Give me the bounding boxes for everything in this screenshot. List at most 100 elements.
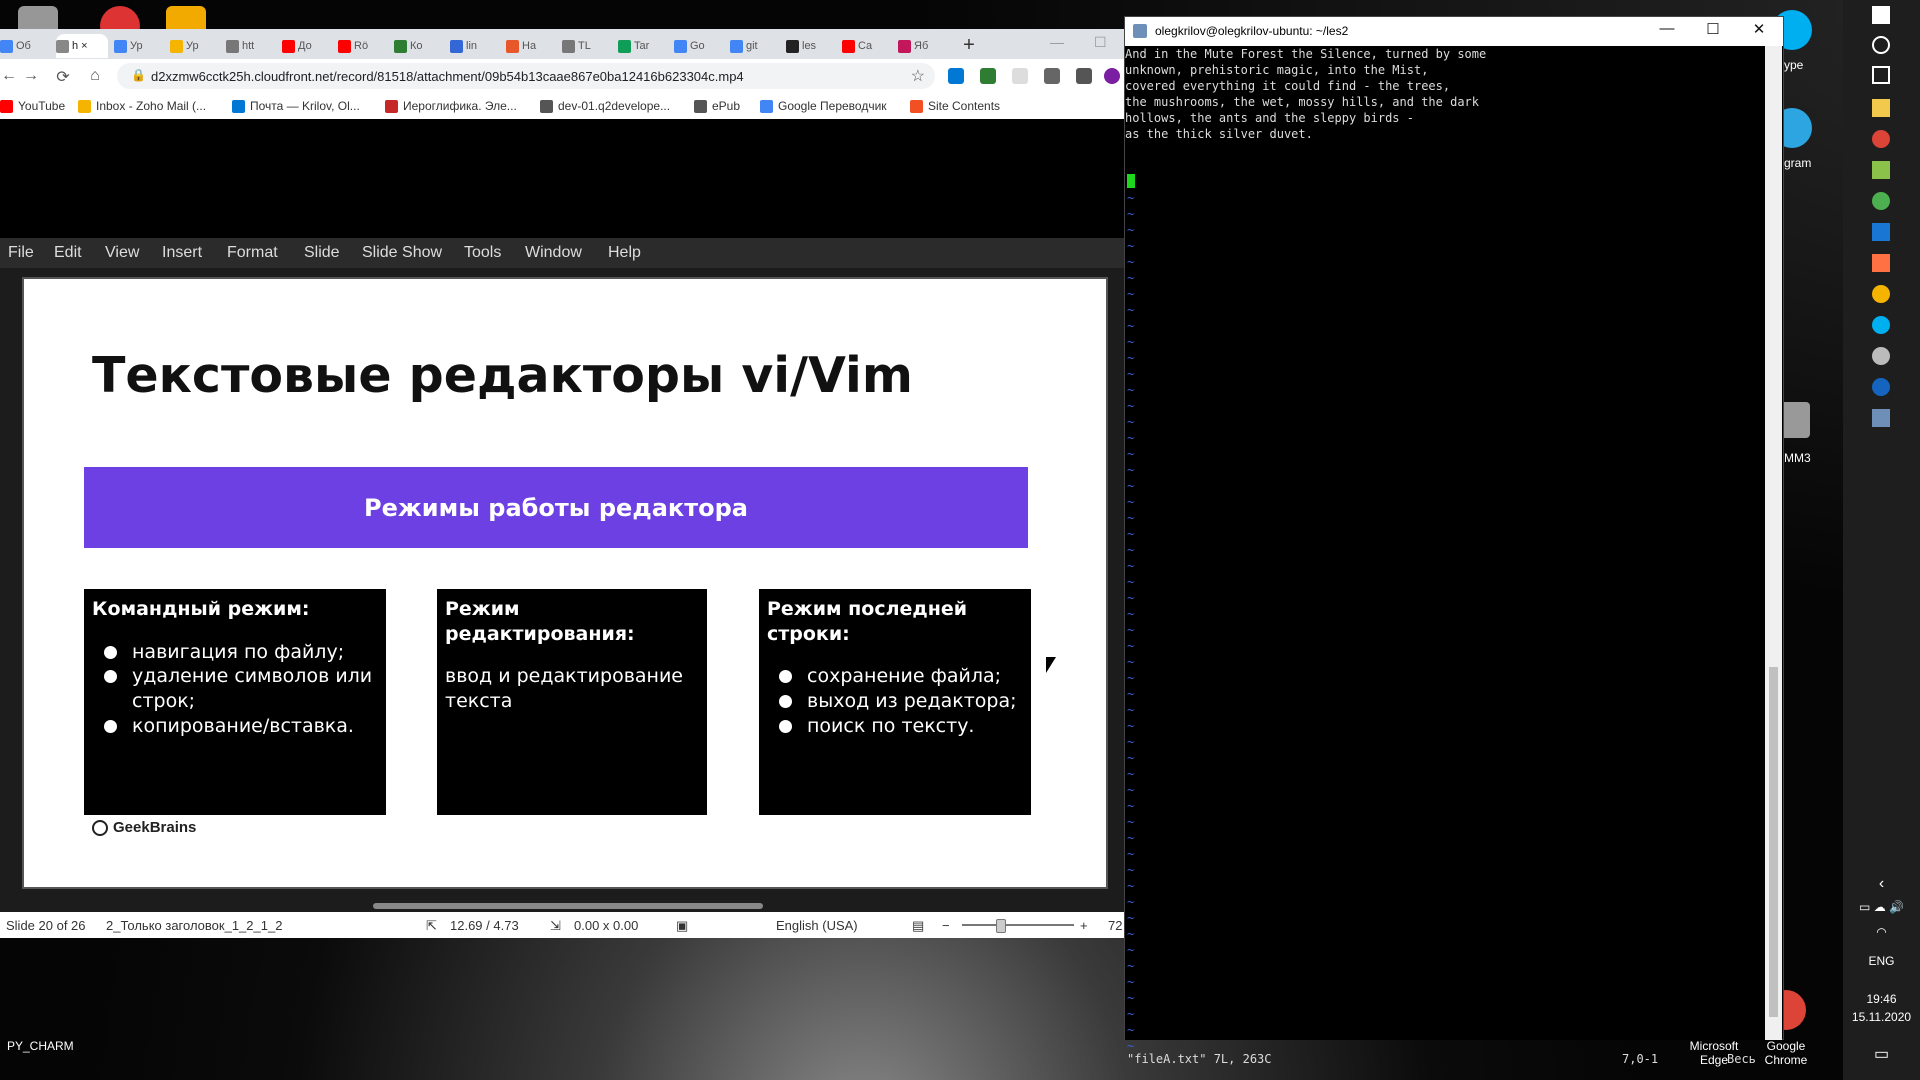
slide-counter: Slide 20 of 26 — [6, 918, 86, 933]
tab-3[interactable]: Ур — [170, 34, 213, 58]
tray-chevron-icon[interactable]: ‹ — [1843, 875, 1920, 893]
bookmark-item[interactable]: Google Переводчик — [760, 99, 887, 113]
bookmark-item[interactable]: Inbox - Zoho Mail (... — [78, 99, 206, 113]
grid-extension-icon[interactable] — [1012, 68, 1028, 84]
address-bar[interactable]: 🔒 d2xzmw6cctk25h.cloudfront.net/record/8… — [117, 63, 935, 89]
vim-empty-line-marker: ~ — [1127, 447, 1135, 461]
windows-start-icon[interactable] — [1872, 6, 1890, 24]
new-tab-button[interactable]: + — [958, 34, 980, 56]
terminal-maximize-button[interactable]: ☐ — [1691, 20, 1735, 38]
settings-gear-icon[interactable] — [1872, 347, 1890, 365]
zoom-in-button[interactable]: + — [1080, 918, 1088, 933]
zoom-out-button[interactable]: − — [942, 918, 950, 933]
bookmark-item[interactable]: dev-01.q2develope... — [540, 99, 670, 113]
vim-buffer[interactable]: And in the Mute Forest the Silence, turn… — [1125, 46, 1765, 1066]
network-icon[interactable]: ◠ — [1843, 925, 1920, 939]
menu-item-insert[interactable]: Insert — [162, 244, 202, 262]
maximize-window-button[interactable]: ☐ — [1094, 34, 1107, 51]
horizontal-scrollbar[interactable] — [373, 903, 763, 909]
terminal-close-button[interactable]: ✕ — [1737, 20, 1781, 38]
vim-empty-line-marker: ~ — [1127, 639, 1135, 653]
vim-empty-line-marker: ~ — [1127, 399, 1135, 413]
tab-4[interactable]: htt — [226, 34, 269, 58]
menu-item-window[interactable]: Window — [525, 244, 582, 262]
minimize-window-button[interactable]: — — [1050, 34, 1064, 50]
tab-8[interactable]: lin — [450, 34, 493, 58]
fit-slide-icon[interactable]: ▤ — [912, 918, 924, 934]
menu-item-tools[interactable]: Tools — [464, 244, 501, 262]
app-taskbar-icon[interactable] — [1872, 192, 1890, 210]
menu-item-help[interactable]: Help — [608, 244, 641, 262]
windows-extension-icon[interactable] — [948, 68, 964, 84]
zoom-slider-handle[interactable] — [996, 919, 1006, 933]
tab-10[interactable]: TL — [562, 34, 605, 58]
skype-taskbar-icon[interactable] — [1872, 316, 1890, 334]
terminal-minimize-button[interactable]: — — [1645, 20, 1689, 37]
clock-date[interactable]: 15.11.2020 — [1843, 1010, 1920, 1024]
menu-item-file[interactable]: File — [8, 244, 34, 262]
tab-1[interactable]: h × — [56, 34, 108, 58]
bookmark-item[interactable]: Иероглифика. Эле... — [385, 99, 517, 113]
clock-time[interactable]: 19:46 — [1843, 992, 1920, 1006]
vim-empty-line-marker: ~ — [1127, 575, 1135, 589]
maps-taskbar-icon[interactable] — [1872, 378, 1890, 396]
tab-7[interactable]: Ко — [394, 34, 437, 58]
profile-avatar-icon[interactable] — [1104, 68, 1120, 84]
bookmark-item[interactable]: Site Contents — [910, 99, 1000, 113]
bookmark-star-icon[interactable]: ☆ — [911, 66, 925, 86]
slide[interactable]: Текстовые редакторы vi/Vim Режимы работы… — [24, 279, 1106, 887]
extensions-puzzle-icon[interactable] — [1044, 68, 1060, 84]
notepad-taskbar-icon[interactable] — [1872, 161, 1890, 179]
zoom-slider-track[interactable] — [962, 924, 1074, 926]
tray-status-icons[interactable]: ▭ ☁ 🔊 — [1843, 900, 1920, 914]
search-icon[interactable] — [1872, 36, 1890, 54]
virtualbox-taskbar-icon[interactable] — [1872, 223, 1890, 241]
vim-empty-line-marker: ~ — [1127, 703, 1135, 717]
chrome-profile-taskbar-icon[interactable] — [1872, 285, 1890, 303]
tab-2[interactable]: Ур — [114, 34, 157, 58]
reading-list-icon[interactable] — [1076, 68, 1092, 84]
language-status[interactable]: English (USA) — [776, 918, 858, 933]
menu-item-format[interactable]: Format — [227, 244, 278, 262]
putty-taskbar-icon[interactable] — [1872, 409, 1890, 427]
input-language[interactable]: ENG — [1843, 954, 1920, 968]
tab-favicon-icon — [226, 39, 239, 53]
vim-empty-line-marker: ~ — [1127, 335, 1135, 349]
close-tab-icon[interactable]: × — [81, 40, 87, 52]
paint-taskbar-icon[interactable] — [1872, 254, 1890, 272]
notifications-icon[interactable]: ▭ — [1843, 1044, 1920, 1064]
tab-favicon-icon — [730, 39, 743, 53]
tab-9[interactable]: На — [506, 34, 549, 58]
reload-icon[interactable]: ⟳ — [54, 67, 72, 87]
tab-16[interactable]: Яб — [898, 34, 941, 58]
tab-14[interactable]: les — [786, 34, 829, 58]
menu-item-edit[interactable]: Edit — [54, 244, 82, 262]
file-explorer-icon[interactable] — [1872, 99, 1890, 117]
tab-12[interactable]: Go — [674, 34, 717, 58]
task-view-icon[interactable] — [1872, 66, 1890, 84]
zoom-percent[interactable]: 72 — [1108, 918, 1122, 933]
chrome-taskbar-icon[interactable] — [1872, 130, 1890, 148]
mm3-desktop-icon[interactable] — [1780, 402, 1810, 438]
tab-6[interactable]: Rö — [338, 34, 381, 58]
tab-15[interactable]: Ca — [842, 34, 885, 58]
menu-item-view[interactable]: View — [105, 244, 139, 262]
bookmark-item[interactable]: YouTube — [0, 99, 65, 113]
tab-11[interactable]: Tar — [618, 34, 661, 58]
back-icon[interactable]: ← — [0, 67, 18, 85]
vim-empty-line-marker: ~ — [1127, 799, 1135, 813]
slide-layout-name[interactable]: 2_Только заголовок_1_2_1_2 — [106, 918, 282, 933]
green-extension-icon[interactable] — [980, 68, 996, 84]
bookmark-item[interactable]: Почта — Krilov, Ol... — [232, 99, 360, 113]
menu-item-slide[interactable]: Slide — [304, 244, 340, 262]
bookmark-item[interactable]: ePub — [694, 99, 740, 113]
tab-5[interactable]: До — [282, 34, 325, 58]
menu-item-slide-show[interactable]: Slide Show — [362, 244, 442, 262]
home-icon[interactable]: ⌂ — [86, 67, 104, 85]
terminal-scrollbar-thumb[interactable] — [1769, 667, 1778, 1017]
tab-0[interactable]: Об — [0, 34, 43, 58]
tab-label: TL — [578, 40, 591, 52]
vim-empty-line-marker: ~ — [1127, 303, 1135, 317]
forward-icon[interactable]: → — [22, 67, 40, 85]
tab-13[interactable]: git — [730, 34, 773, 58]
